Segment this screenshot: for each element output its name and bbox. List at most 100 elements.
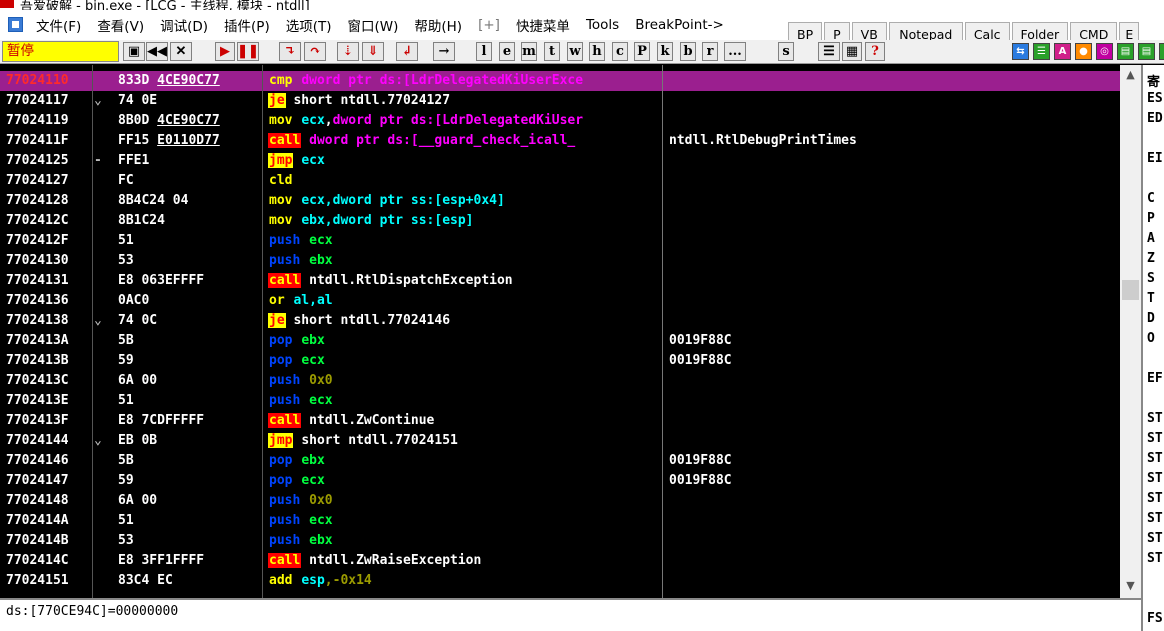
disasm-row[interactable]: 77024119 8B0D 4CE90C77 mov ecx,dword ptr d…: [0, 111, 1141, 131]
menu-shortcut[interactable]: 快捷菜单: [508, 15, 578, 35]
row-instruction: call ntdll.ZwRaiseException: [268, 551, 481, 571]
patches-window-button[interactable]: P: [634, 42, 650, 61]
disasm-row[interactable]: 7702411F FF15 E0110D77 call dword ptr ds:[…: [0, 131, 1141, 151]
instruction-operand: ecx: [301, 193, 325, 208]
handles-window-button[interactable]: h: [589, 42, 605, 61]
row-address: 7702414B: [6, 533, 69, 548]
menu-breakpoint[interactable]: BreakPoint->: [627, 17, 732, 33]
source-window-button[interactable]: s: [778, 42, 794, 61]
disasm-row[interactable]: 7702412C 8B1C24 mov ebx,dword ptr ss:[esp]: [0, 211, 1141, 231]
disasm-row[interactable]: 77024144 ⌄ EB 0B jmp short ntdll.77024151: [0, 431, 1141, 451]
disasm-row[interactable]: 77024127 FC cld: [0, 171, 1141, 191]
menu-tools[interactable]: Tools: [578, 17, 627, 33]
scroll-down-icon[interactable]: ▼: [1120, 579, 1141, 595]
disasm-row[interactable]: 7702413C 6A 00 push 0x0: [0, 371, 1141, 391]
disassembly-scrollbar[interactable]: ▲ ▼: [1120, 65, 1141, 598]
plugin-cpu-icon[interactable]: ▤: [1117, 43, 1134, 60]
scroll-thumb[interactable]: [1122, 280, 1139, 300]
scroll-up-icon[interactable]: ▲: [1120, 68, 1141, 84]
row-address: 77024117: [6, 93, 69, 108]
threads-window-button[interactable]: t: [544, 42, 560, 61]
menu-view[interactable]: 查看(V): [89, 15, 152, 35]
goto-button[interactable]: →: [433, 42, 455, 61]
log-window-button[interactable]: l: [476, 42, 492, 61]
menu-items: 文件(F) 查看(V) 调试(D) 插件(P) 选项(T) 窗口(W) 帮助(H…: [28, 10, 732, 40]
plugin-more-icon[interactable]: [1159, 43, 1164, 60]
open-button[interactable]: ▣: [123, 42, 145, 61]
close-debuggee-button[interactable]: ✕: [170, 42, 192, 61]
column-divider-hex[interactable]: [262, 65, 263, 598]
disasm-row[interactable]: 77024125 - FFE1 jmp ecx: [0, 151, 1141, 171]
step-over-button[interactable]: ↷: [304, 42, 326, 61]
disasm-row[interactable]: 77024147 59 pop ecx 0019F88C: [0, 471, 1141, 491]
row-hex: 5B: [118, 453, 134, 468]
callstack-window-button[interactable]: k: [657, 42, 673, 61]
disasm-row[interactable]: 77024148 6A 00 push 0x0: [0, 491, 1141, 511]
disasm-row[interactable]: 77024130 53 push ebx: [0, 251, 1141, 271]
app-logo-icon: [0, 0, 14, 8]
references-window-button[interactable]: r: [702, 42, 718, 61]
plugin-green-icon[interactable]: ☰: [1033, 43, 1050, 60]
row-instruction: or al,al: [268, 291, 333, 311]
run-trace-window-button[interactable]: ...: [724, 42, 746, 61]
run-button[interactable]: ▶: [215, 42, 235, 61]
pause-button[interactable]: ❚❚: [237, 42, 259, 61]
disasm-row[interactable]: 77024136 0AC0 or al,al: [0, 291, 1141, 311]
disasm-row[interactable]: 7702413E 51 push ecx: [0, 391, 1141, 411]
disasm-row[interactable]: 77024128 8B4C24 04 mov ecx,dword ptr ss:[e…: [0, 191, 1141, 211]
column-divider-asm[interactable]: [662, 65, 663, 598]
system-menu-icon[interactable]: [8, 17, 23, 32]
row-instruction: push ecx: [268, 511, 333, 531]
step-into-button[interactable]: ↴: [279, 42, 301, 61]
modules-window-button[interactable]: e: [499, 42, 515, 61]
plugin-a-icon[interactable]: A: [1054, 43, 1071, 60]
memory-window-button[interactable]: m: [521, 42, 537, 61]
column-divider-address[interactable]: [92, 65, 93, 598]
disasm-row[interactable]: 7702414C E8 3FF1FFFF call ntdll.ZwRaiseExc…: [0, 551, 1141, 571]
instruction-mnemonic: cld: [269, 173, 293, 188]
row-hex: 74 0E: [118, 93, 158, 108]
disasm-row[interactable]: 7702412F 51 push ecx: [0, 231, 1141, 251]
help-button[interactable]: ?: [865, 42, 885, 61]
menu-file[interactable]: 文件(F): [28, 15, 89, 35]
execute-till-return-button[interactable]: ↲: [396, 42, 418, 61]
restart-button[interactable]: ◀◀: [146, 42, 168, 61]
windows-window-button[interactable]: w: [567, 42, 583, 61]
disasm-row[interactable]: 77024138 ⌄ 74 0C je short ntdll.77024146: [0, 311, 1141, 331]
disasm-row[interactable]: 77024146 5B pop ebx 0019F88C: [0, 451, 1141, 471]
trace-into-button[interactable]: ⇣: [337, 42, 359, 61]
menu-options[interactable]: 选项(T): [278, 15, 340, 35]
breakpoints-window-button[interactable]: b: [680, 42, 696, 61]
disasm-row[interactable]: 77024151 83C4 EC add esp,-0x14: [0, 571, 1141, 591]
menu-debug[interactable]: 调试(D): [152, 15, 216, 35]
menu-plugins[interactable]: 插件(P): [216, 15, 278, 35]
disasm-row[interactable]: 7702413A 5B pop ebx 0019F88C: [0, 331, 1141, 351]
row-hex: E8 063EFFFF: [118, 273, 205, 288]
disasm-row[interactable]: 7702413B 59 pop ecx 0019F88C: [0, 351, 1141, 371]
menu-help[interactable]: 帮助(H): [406, 15, 470, 35]
disasm-row[interactable]: 77024131 E8 063EFFFF call ntdll.RtlDispatc…: [0, 271, 1141, 291]
plugin-target-icon[interactable]: ◎: [1096, 43, 1113, 60]
grid-view-button[interactable]: ▦: [842, 42, 862, 61]
instruction-operand: short ntdll.77024151: [301, 433, 458, 448]
list-view-button[interactable]: ☰: [818, 42, 840, 61]
info-pane: ds:[770CE94C]=00000000: [0, 598, 1141, 631]
disasm-row[interactable]: 77024117 ⌄ 74 0E je short ntdll.77024127: [0, 91, 1141, 111]
jump-marker: ⌄: [94, 93, 102, 108]
refresh-plugin-icon[interactable]: ⇆: [1012, 43, 1029, 60]
trace-over-button[interactable]: ⇓: [362, 42, 384, 61]
disasm-row[interactable]: 7702413F E8 7CDFFFFF call ntdll.ZwContinue: [0, 411, 1141, 431]
disasm-row[interactable]: 77024110 833D 4CE90C77 cmp dword ptr ds:[L…: [0, 71, 1141, 91]
cpu-window-button[interactable]: c: [612, 42, 628, 61]
disassembly-pane[interactable]: 77024110 833D 4CE90C77 cmp dword ptr ds:[L…: [0, 65, 1141, 598]
registers-pane[interactable]: 寄ESEDEICPAZSTDOEFSTSTSTSTSTSTSTSTFSFC: [1141, 65, 1164, 631]
instruction-mnemonic: pop: [269, 453, 293, 468]
disasm-row[interactable]: 7702414A 51 push ecx: [0, 511, 1141, 531]
instruction-mnemonic: call: [268, 413, 302, 428]
row-hex: FF15 E0110D77: [118, 133, 220, 148]
plugin-orange-icon[interactable]: ●: [1075, 43, 1092, 60]
menu-plus[interactable]: [+]: [470, 17, 508, 33]
plugin-extra-icon[interactable]: ▤: [1138, 43, 1155, 60]
menu-window[interactable]: 窗口(W): [340, 15, 407, 35]
disasm-row[interactable]: 7702414B 53 push ebx: [0, 531, 1141, 551]
